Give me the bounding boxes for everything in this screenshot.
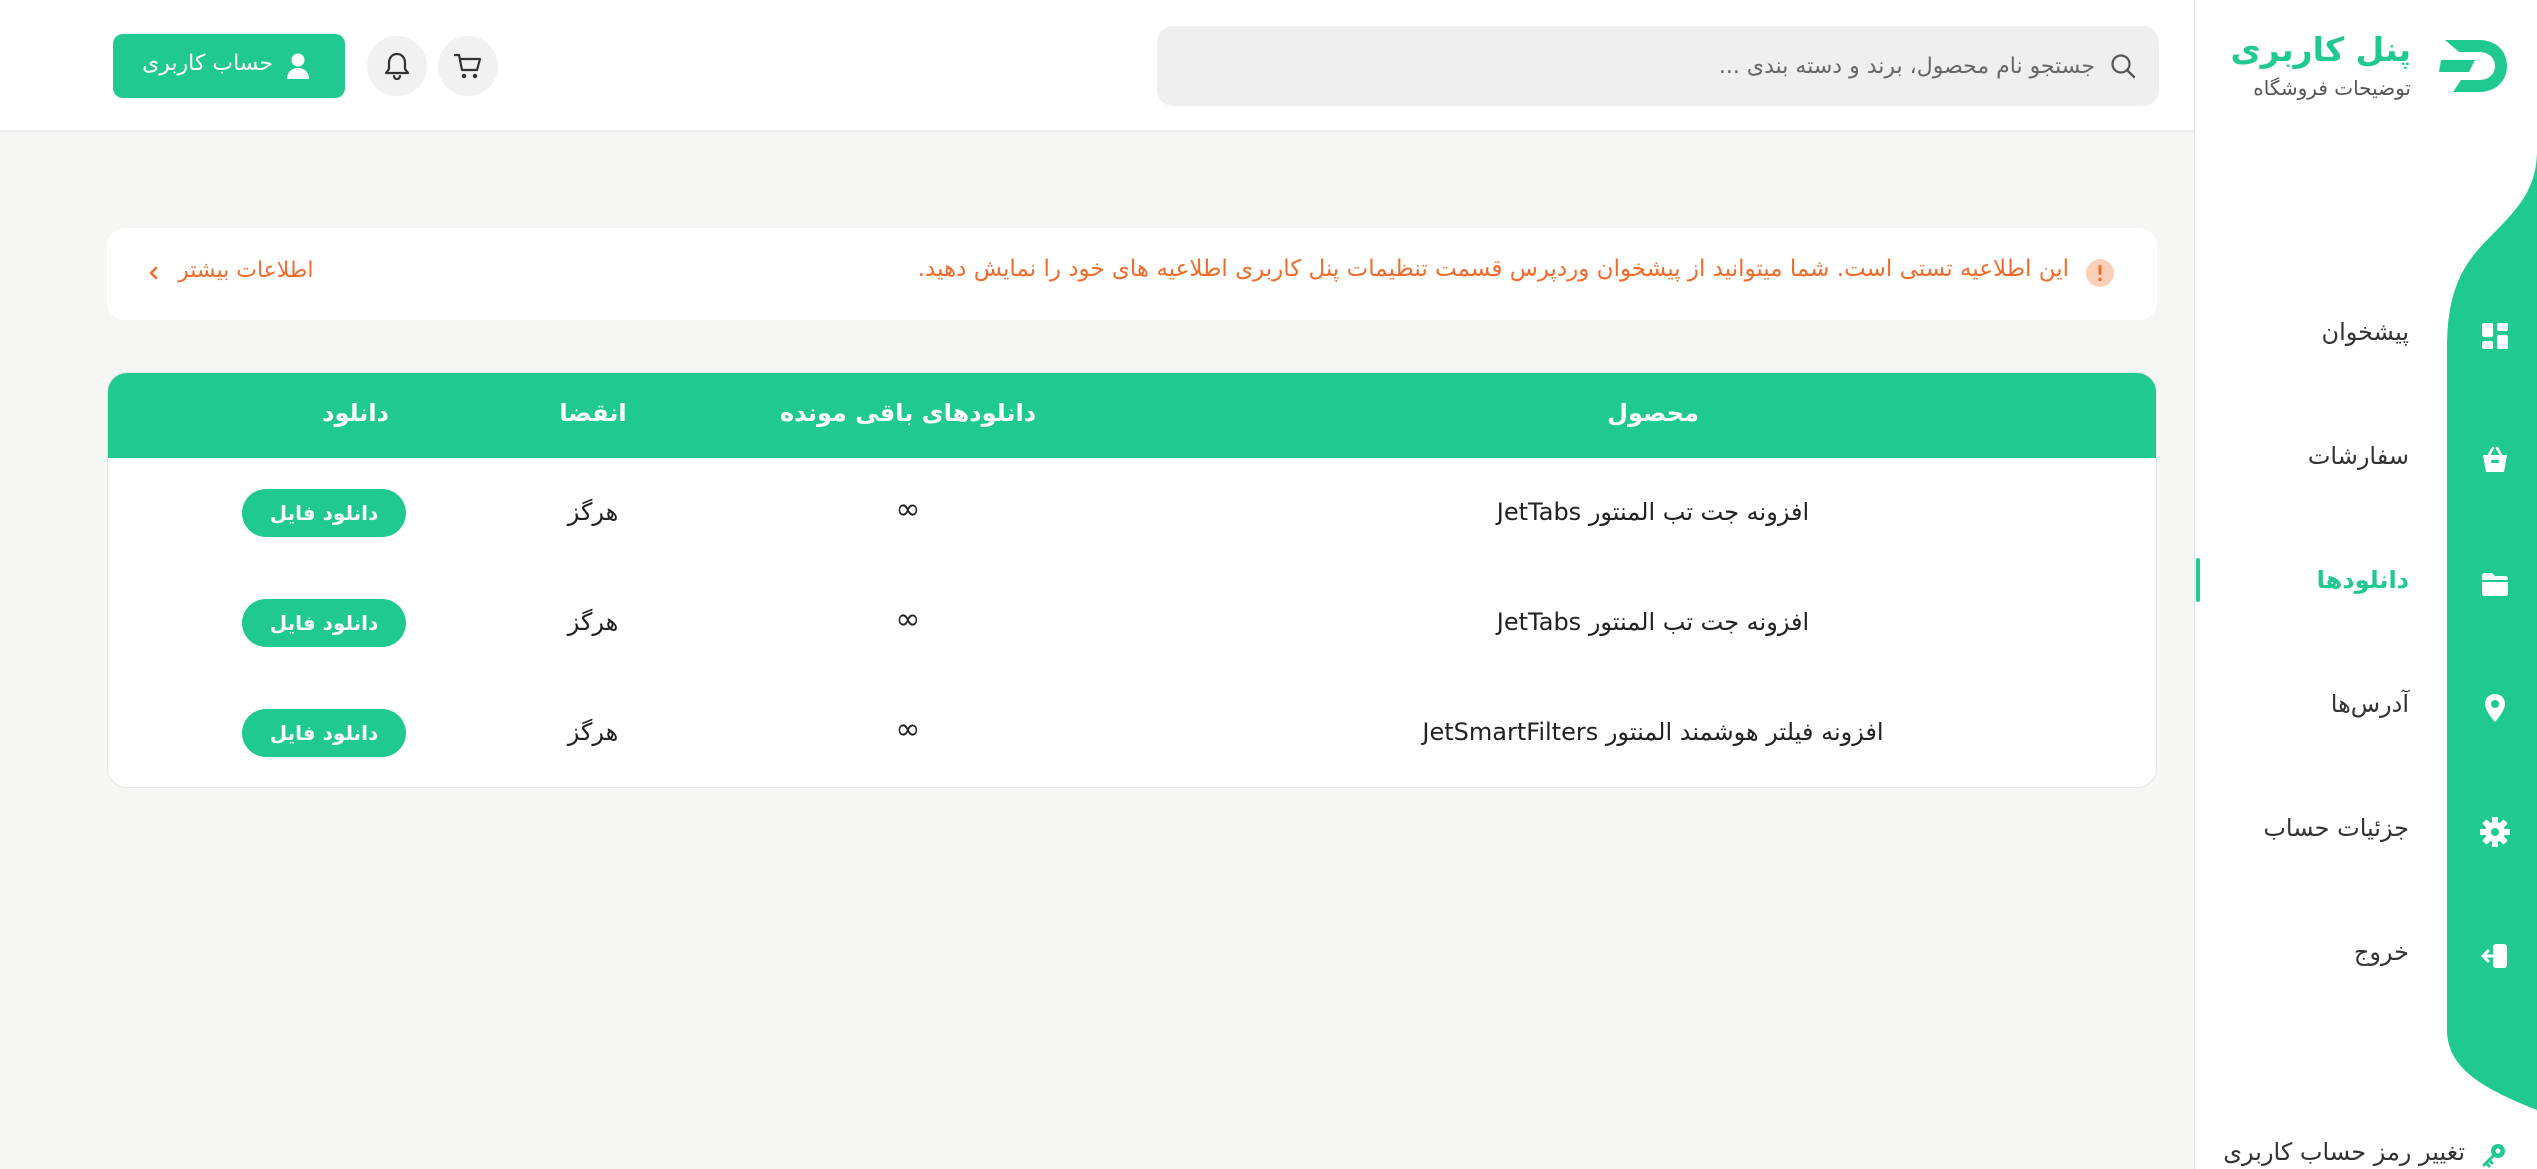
table-row: افزونه فیلتر هوشمند المنتور JetSmartFilt… [108, 678, 2156, 787]
product-name[interactable]: افزونه فیلتر هوشمند المنتور JetSmartFilt… [1148, 718, 2156, 746]
notice-text: این اطلاعیه تستی است. شما میتوانید از پی… [917, 256, 2069, 282]
user-account-label: حساب کاربری [142, 51, 273, 76]
key-icon [2482, 1144, 2505, 1168]
cart-button[interactable] [438, 36, 498, 96]
table-header: محصول دانلودهای باقی مونده انقضا دانلود [108, 373, 2156, 458]
sidebar-item-logout[interactable]: خروج [2194, 920, 2537, 990]
column-header-expires: انقضا [559, 399, 627, 427]
change-password-link[interactable]: تغییر رمز حساب کاربری [2207, 1138, 2507, 1169]
remaining-downloads: ∞ [895, 712, 921, 747]
user-account-button[interactable]: حساب کاربری [113, 34, 345, 98]
sidebar-item-label: جزئیات حساب [2263, 814, 2409, 842]
download-file-button[interactable]: دانلود فایل [242, 709, 406, 757]
expiry-value: هرگز [567, 498, 619, 526]
sidebar-item-downloads[interactable]: دانلودها [2194, 548, 2537, 618]
product-name[interactable]: افزونه جت تب المنتور JetTabs [1148, 498, 2156, 526]
sidebar: پنل کاربری توضیحات فروشگاه پیشخوان سفارش… [2194, 0, 2537, 1169]
gear-icon [2480, 817, 2510, 847]
warning-icon [2086, 259, 2114, 287]
sidebar-item-label: دانلودها [2316, 566, 2409, 594]
dashboard-icon [2482, 323, 2508, 349]
column-header-download: دانلود [322, 399, 389, 427]
brand-title: پنل کاربری [2230, 30, 2411, 69]
expiry-value: هرگز [567, 718, 619, 746]
sidebar-item-label: آدرس‌ها [2330, 690, 2409, 718]
notifications-button[interactable] [367, 36, 427, 96]
sidebar-item-orders[interactable]: سفارشات [2194, 424, 2537, 494]
sidebar-item-label: پیشخوان [2321, 318, 2409, 346]
table-row: افزونه جت تب المنتور JetTabs ∞ هرگز دانل… [108, 458, 2156, 568]
cart-icon [453, 53, 482, 79]
sidebar-item-addresses[interactable]: آدرس‌ها [2194, 672, 2537, 742]
basket-icon [2483, 446, 2507, 472]
download-file-button[interactable]: دانلود فایل [242, 599, 406, 647]
more-info-link[interactable]: اطلاعات بیشتر [147, 258, 314, 290]
top-header: حساب کاربری [0, 0, 2194, 132]
bell-icon [384, 52, 410, 81]
sidebar-item-account-details[interactable]: جزئیات حساب [2194, 796, 2537, 866]
brand-subtitle: توضیحات فروشگاه [2253, 76, 2411, 100]
downloads-table: محصول دانلودهای باقی مونده انقضا دانلود … [107, 372, 2157, 788]
download-file-button[interactable]: دانلود فایل [242, 489, 406, 537]
location-pin-icon [2485, 694, 2505, 722]
user-icon [287, 53, 309, 79]
expiry-value: هرگز [567, 608, 619, 636]
change-password-label: تغییر رمز حساب کاربری [2223, 1138, 2465, 1166]
table-row: افزونه جت تب المنتور JetTabs ∞ هرگز دانل… [108, 568, 2156, 678]
product-name[interactable]: افزونه جت تب المنتور JetTabs [1148, 608, 2156, 636]
search-box [1157, 26, 2159, 106]
more-info-label: اطلاعات بیشتر [178, 258, 314, 283]
column-header-product: محصول [1607, 399, 1699, 427]
search-input[interactable] [1185, 26, 2095, 106]
column-header-remaining: دانلودهای باقی مونده [779, 399, 1037, 427]
remaining-downloads: ∞ [895, 602, 921, 637]
sidebar-item-dashboard[interactable]: پیشخوان [2194, 300, 2537, 370]
brand[interactable]: پنل کاربری توضیحات فروشگاه [2211, 26, 2511, 106]
remaining-downloads: ∞ [895, 492, 921, 527]
sidebar-item-label: خروج [2353, 938, 2409, 966]
sidebar-item-label: سفارشات [2307, 442, 2409, 470]
notice-banner: این اطلاعیه تستی است. شما میتوانید از پی… [107, 228, 2157, 320]
folder-icon [2482, 573, 2508, 596]
logout-icon [2481, 944, 2507, 968]
brand-logo-icon [2439, 40, 2507, 92]
chevron-left-icon [149, 266, 158, 279]
search-icon[interactable] [2109, 52, 2137, 80]
